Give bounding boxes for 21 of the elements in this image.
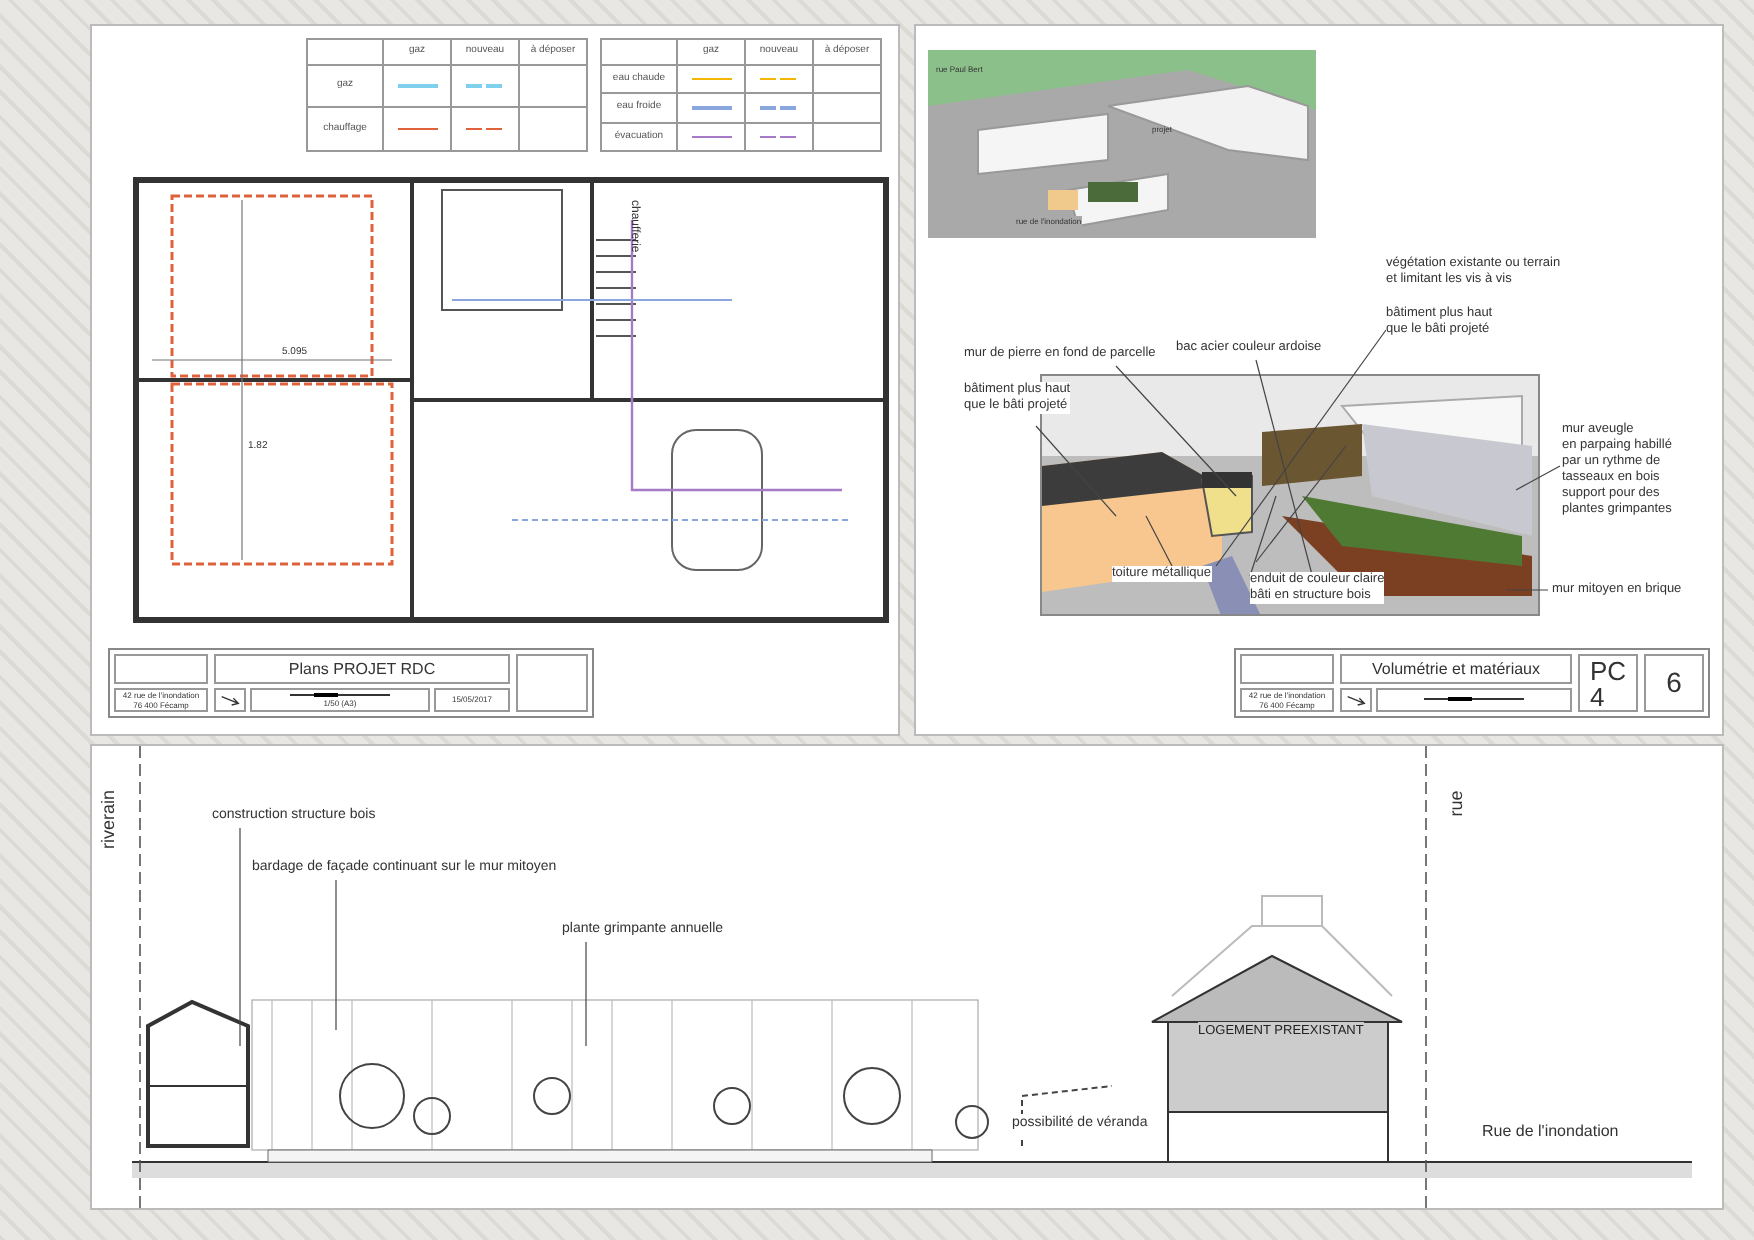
leader-line (1145, 515, 1173, 567)
leader-line (1505, 589, 1549, 591)
dashed-line-sample (759, 77, 799, 80)
scale-bar-icon (290, 692, 390, 700)
side-label: rue (1443, 790, 1468, 817)
dashed-line-sample (759, 106, 799, 109)
title-block-cell (516, 654, 588, 712)
title-block-cell (1240, 654, 1334, 684)
leader-line (585, 939, 587, 1047)
dashed-line-sample (759, 135, 799, 138)
street-label: Rue de l'inondation (1482, 1120, 1619, 1144)
leader-line (1515, 465, 1561, 491)
page-number: 6 (1644, 654, 1704, 712)
sheet-title: Volumétrie et matériaux (1340, 654, 1572, 684)
title-block-cell (114, 654, 208, 684)
scale-bar-icon (1424, 696, 1524, 704)
dashed-line-sample (465, 127, 505, 131)
sheet-code: PC 4 (1578, 654, 1638, 712)
dashed-line-sample (465, 84, 505, 88)
side-label: riverain (96, 790, 120, 849)
sheet-title: Plans PROJET RDC (214, 654, 510, 684)
